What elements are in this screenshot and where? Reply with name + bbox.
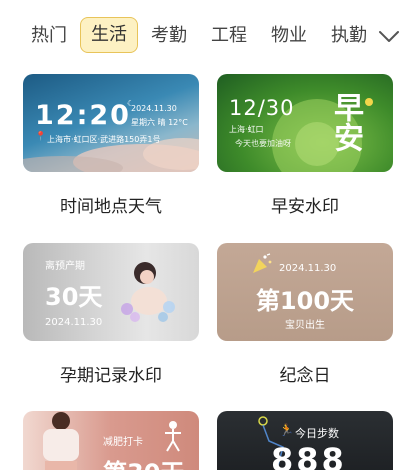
watermark-location: 上海·虹口 <box>229 125 264 134</box>
card-caption: 早安水印 <box>271 197 339 217</box>
watermark-weather: 星期六 晴 12°C <box>131 118 188 127</box>
card-caption: 时间地点天气 <box>60 197 162 217</box>
watermark-slogan: 今天也要加油呀 <box>235 139 291 148</box>
tab-hot[interactable]: 热门 <box>31 26 67 46</box>
running-icon: 🏃 <box>279 423 294 437</box>
card-caption: 孕期记录水印 <box>60 366 162 386</box>
watermark-days: 30天 <box>45 283 103 311</box>
category-tabs: 热门 生活 考勤 工程 物业 执勤 <box>0 0 416 72</box>
watermark-label: 减肥打卡 <box>103 437 143 448</box>
chevron-down-icon[interactable] <box>377 26 401 46</box>
tab-engineering[interactable]: 工程 <box>211 26 247 46</box>
card-caption: 纪念日 <box>279 366 331 386</box>
template-card-pregnancy[interactable]: 离预产期 30天 2024.11.30 <box>23 243 199 341</box>
lotus-leaf-graphic <box>272 98 373 172</box>
watermark-time: 12/30 <box>229 96 295 120</box>
tab-property[interactable]: 物业 <box>271 26 307 46</box>
party-popper-icon <box>253 253 272 273</box>
template-card-time-location-weather[interactable]: 12:20 ☾ 2024.11.30 星期六 晴 12°C 📍 上海市·虹口区·… <box>23 74 199 172</box>
location-pin-icon: 📍 <box>35 132 47 142</box>
watermark-days: 第30天 <box>103 453 184 470</box>
watermark-steps: 888 <box>271 441 347 470</box>
watermark-date: 2024.11.30 <box>131 104 177 113</box>
watermark-days: 第100天 <box>255 287 355 315</box>
tab-duty[interactable]: 执勤 <box>331 26 367 46</box>
watermark-location: 上海市·虹口区·武进路150弄1号 <box>47 135 161 144</box>
template-card-good-morning[interactable]: 12/30 上海·虹口 今天也要加油呀 早安 <box>217 74 393 172</box>
watermark-date: 2024.11.30 <box>45 317 103 328</box>
watermark-time: 12:20 <box>35 100 131 131</box>
watermark-subtitle: 宝贝出生 <box>285 320 325 331</box>
template-card-daily-steps[interactable]: 🏃 今日步数 888 <box>217 411 393 470</box>
template-card-weight-loss[interactable]: 减肥打卡 第30天 <box>23 411 199 470</box>
tab-life[interactable]: 生活 <box>80 17 138 53</box>
watermark-date: 2024.11.30 <box>279 263 337 274</box>
watermark-label: 今日步数 <box>295 427 339 440</box>
watermark-label: 离预产期 <box>45 261 85 272</box>
template-card-anniversary[interactable]: 2024.11.30 第100天 宝贝出生 <box>217 243 393 341</box>
calligraphy-good-morning: 早安 <box>328 92 363 152</box>
tab-attendance[interactable]: 考勤 <box>151 26 187 46</box>
